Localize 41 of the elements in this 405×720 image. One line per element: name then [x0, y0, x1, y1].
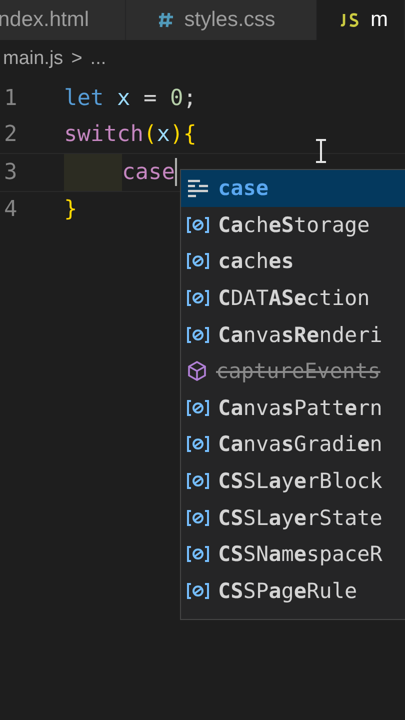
variable-icon: [187, 326, 209, 344]
line-number: 2: [3, 122, 18, 148]
code-line: switch(x){: [64, 122, 196, 148]
variable-icon: [187, 472, 209, 490]
keyword-icon: [187, 178, 209, 198]
suggestion-item[interactable]: CSSPageRule: [181, 572, 405, 610]
code-line: }: [64, 197, 78, 222]
suggestion-item[interactable]: caches: [181, 243, 405, 280]
suggestion-item[interactable]: CanvasGradien: [181, 426, 405, 463]
line-number: 1: [3, 86, 18, 111]
line-number: 3: [3, 160, 18, 185]
breadcrumb-separator: >: [71, 48, 82, 70]
editor-tab[interactable]: m: [316, 0, 405, 40]
suggestion-item[interactable]: CacheStorage: [181, 206, 405, 244]
breadcrumb-item[interactable]: main.js: [3, 48, 64, 70]
hash-icon: [158, 11, 174, 29]
suggestion-item[interactable]: CDATASection: [181, 280, 405, 316]
line-number: 4: [3, 197, 18, 222]
suggestion-item[interactable]: CSSNamespaceR: [181, 536, 405, 573]
code-line: let x = 0;: [64, 86, 196, 111]
code-line: case: [122, 160, 175, 185]
suggestion-item[interactable]: CSSLayerState: [181, 499, 405, 536]
js-icon: [338, 12, 360, 28]
editor-tab[interactable]: styles.css: [126, 0, 316, 40]
suggestion-item[interactable]: CanvasPattern: [181, 390, 405, 426]
cube-icon: [187, 361, 207, 382]
breadcrumb-item[interactable]: ...: [90, 48, 106, 70]
variable-icon: [187, 216, 209, 234]
variable-icon: [187, 545, 209, 564]
variable-icon: [187, 252, 209, 270]
suggestion-item[interactable]: case: [181, 170, 405, 207]
variable-icon: [187, 398, 209, 417]
suggestion-item[interactable]: CSSLayerBlock: [181, 462, 405, 500]
ibeam-cursor-icon: [315, 139, 327, 163]
variable-icon: [187, 508, 209, 527]
text-cursor: [174, 158, 177, 186]
variable-icon: [187, 435, 209, 454]
variable-icon: [187, 582, 209, 600]
suggestion-item[interactable]: CanvasRenderi: [181, 316, 405, 353]
variable-icon: [187, 289, 209, 308]
suggestion-item[interactable]: captureEvents: [181, 352, 405, 390]
